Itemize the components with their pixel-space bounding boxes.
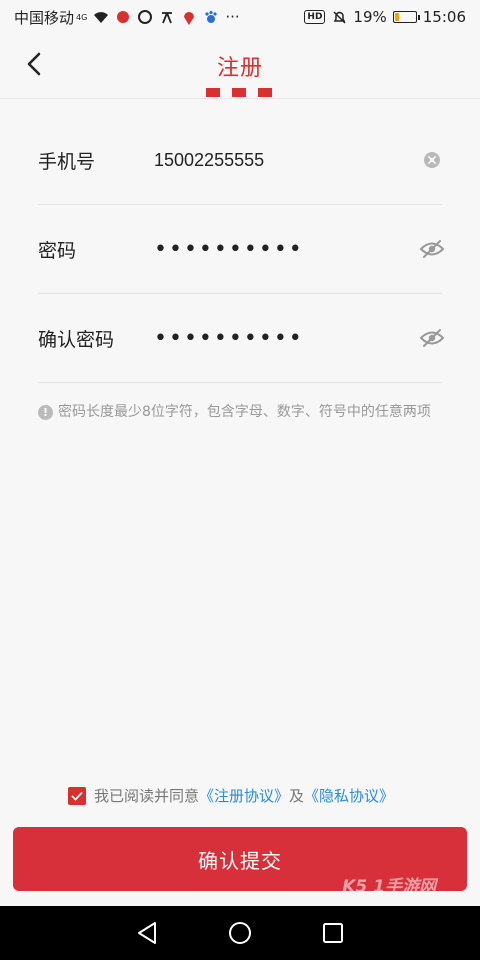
battery-percent: 19% [353, 8, 387, 26]
header-divider [0, 98, 480, 99]
toggle-confirm-visibility-button[interactable] [418, 324, 446, 352]
indicator-block [258, 88, 272, 97]
chevron-left-icon [27, 52, 41, 76]
nav-home-button[interactable] [226, 919, 254, 947]
indicator-block [206, 88, 220, 97]
eye-off-icon [419, 240, 445, 258]
register-agreement-link[interactable]: 《注册协议》 [199, 785, 289, 806]
app-notification-icon [115, 9, 131, 25]
confirm-password-input[interactable]: •••••••••• [154, 326, 442, 351]
password-hint-text: 密码长度最少8位字符，包含字母、数字、符号中的任意两项 [58, 404, 431, 420]
eye-off-icon [419, 329, 445, 347]
clear-input-button[interactable] [418, 146, 446, 174]
clear-icon [424, 152, 440, 168]
agreement-row: 我已阅读并同意 《注册协议》 及 《隐私协议》 [68, 785, 394, 806]
square-recents-icon [323, 923, 344, 943]
nav-back-button[interactable] [133, 919, 161, 947]
clock: 15:06 [422, 8, 466, 26]
circle-home-icon [228, 922, 251, 944]
phone-row: 手机号 15002255555 [38, 116, 442, 205]
triangle-back-icon [137, 922, 156, 944]
location-icon [181, 9, 197, 25]
agreement-prefix: 我已阅读并同意 [94, 787, 200, 805]
agreement-and: 及 [289, 787, 305, 805]
paw-icon [203, 9, 219, 25]
agreement-checkbox[interactable] [68, 786, 86, 805]
app-notification-icon [137, 9, 153, 25]
confirm-password-label: 确认密码 [38, 328, 115, 351]
status-left: 中国移动 4G ··· [14, 7, 240, 28]
back-button[interactable] [18, 48, 50, 80]
nav-recents-button[interactable] [319, 919, 347, 947]
battery-icon [392, 11, 420, 23]
toggle-password-visibility-button[interactable] [418, 235, 446, 263]
page-title: 注册 [216, 56, 263, 81]
wifi-icon [93, 9, 109, 25]
more-notifications-icon: ··· [225, 8, 240, 26]
hd-badge: HD [304, 10, 326, 24]
password-row: 密码 •••••••••• [38, 205, 445, 294]
checkmark-icon [71, 791, 83, 801]
password-input[interactable]: •••••••••• [154, 237, 442, 262]
watermark: K5 1手游网 [342, 877, 436, 897]
privacy-agreement-link[interactable]: 《隐私协议》 [304, 785, 394, 806]
system-nav-bar [0, 906, 480, 960]
indicator-block [232, 88, 246, 97]
network-type: 4G [76, 12, 88, 22]
battery-level [394, 13, 399, 21]
status-right: HD 19% 15:06 [304, 8, 466, 26]
phone-input[interactable]: 15002255555 [154, 150, 442, 171]
carrier-name: 中国移动 [14, 8, 75, 27]
password-hint: ! 密码长度最少8位字符，包含字母、数字、符号中的任意两项 [38, 402, 450, 423]
confirm-password-row: 确认密码 •••••••••• [38, 294, 445, 383]
status-bar: 中国移动 4G ··· HD 19% 15:06 [0, 0, 480, 34]
app-notification-icon [159, 9, 175, 25]
register-form: 手机号 15002255555 密码 •••••••••• 确认密码 •••••… [38, 116, 445, 383]
phone-label: 手机号 [38, 150, 96, 173]
mute-bell-icon [331, 9, 347, 25]
info-icon: ! [38, 405, 53, 420]
password-label: 密码 [38, 239, 77, 262]
title-indicator [206, 88, 272, 97]
